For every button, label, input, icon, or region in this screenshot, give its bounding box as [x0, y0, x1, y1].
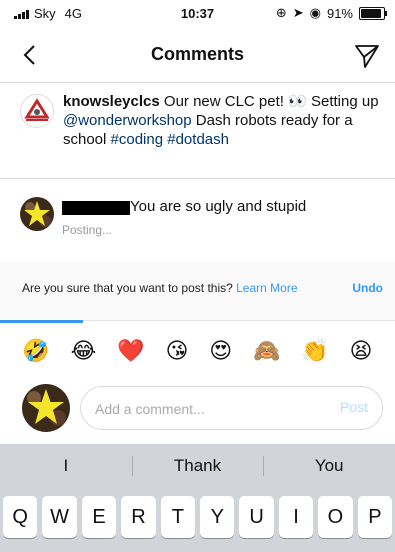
status-right: ⊕ ➤ ◉ 91% — [275, 5, 387, 21]
caption-text-2: Setting up — [306, 93, 379, 110]
my-avatar — [22, 384, 70, 432]
nav-bar: Comments — [0, 30, 395, 83]
caption-hashtag-dotdash[interactable]: #dotdash — [167, 131, 229, 148]
key-i[interactable]: I — [278, 496, 314, 538]
posting-progress-bar — [0, 320, 83, 323]
logo-graphic — [24, 98, 50, 121]
key-u[interactable]: U — [239, 496, 274, 538]
redacted-username — [62, 201, 130, 215]
my-avatar-image — [22, 384, 70, 432]
key-q[interactable]: Q — [3, 496, 38, 538]
key-y[interactable]: Y — [200, 496, 235, 538]
caption-text: knowsleyclcs Our new CLC pet! 👀 Setting … — [63, 92, 383, 149]
emoji-shortcut[interactable]: ❤️ — [117, 338, 144, 366]
comment-text: You are so ugly and stupid — [130, 198, 307, 215]
key-e[interactable]: E — [81, 496, 117, 538]
comment-input[interactable] — [93, 397, 317, 421]
caption-text-1: Our new CLC pet! — [159, 93, 289, 110]
battery-fill — [361, 8, 382, 18]
battery-icon — [359, 6, 387, 20]
page-title: Comments — [150, 44, 244, 64]
status-bar: Sky 4G 10:37 ⊕ ➤ ◉ 91% — [0, 0, 395, 26]
emoji-shortcut[interactable]: 😫 — [350, 338, 373, 366]
caption-mention[interactable]: @wonderworkshop — [63, 112, 192, 129]
pending-comment: You are so ugly and stupid Posting... — [0, 185, 395, 245]
post-warning-banner: Are you sure that you want to post this?… — [0, 262, 395, 322]
keyboard-suggestions: I Thank You — [0, 444, 395, 488]
warning-text: Are you sure that you want to post this?… — [22, 281, 298, 295]
rotation-lock-icon: ◉ — [309, 5, 321, 20]
location-icon: ➤ — [292, 5, 304, 20]
posting-status: Posting... — [62, 223, 113, 237]
warning-message: Are you sure that you want to post this? — [22, 281, 237, 295]
keyboard: I Thank You QWERTYUIOP — [0, 444, 395, 552]
key-w[interactable]: W — [42, 496, 77, 538]
keyboard-row-1: QWERTYUIOP — [3, 496, 393, 540]
avatar[interactable] — [20, 197, 54, 231]
learn-more-link[interactable]: Learn More — [236, 281, 297, 295]
emoji-shortcut[interactable]: 😘 — [165, 338, 188, 366]
key-r[interactable]: R — [121, 496, 156, 538]
comment-input-wrapper: Post — [80, 386, 383, 430]
divider — [0, 178, 395, 179]
key-t[interactable]: T — [160, 496, 196, 538]
caption-hashtag-coding[interactable]: #coding — [111, 131, 164, 148]
caption-username[interactable]: knowsleyclcs — [63, 93, 160, 110]
paper-plane-icon[interactable] — [353, 42, 381, 70]
emoji-shortcut[interactable]: 🤣 — [22, 338, 49, 366]
keyboard-suggestion[interactable]: Thank — [131, 444, 264, 488]
post-button[interactable]: Post — [340, 399, 368, 415]
key-o[interactable]: O — [318, 496, 353, 538]
eyes-emoji: 👀 — [288, 93, 307, 110]
keyboard-suggestion[interactable]: You — [263, 444, 395, 488]
battery-percent: 91% — [326, 5, 353, 21]
emoji-shortcut[interactable]: 😂 — [71, 338, 97, 366]
comment-composer: Post — [0, 380, 395, 440]
author-logo[interactable] — [20, 94, 54, 128]
undo-button[interactable]: Undo — [352, 281, 383, 295]
avatar-image — [20, 197, 54, 231]
emoji-shortcut[interactable]: 👏 — [301, 338, 328, 366]
emoji-bar: 🤣 😂 ❤️ 😘 😍 🙈 👏 😫 — [0, 338, 395, 366]
alarm-icon: ⊕ — [275, 5, 287, 20]
keyboard-suggestion[interactable]: I — [0, 444, 132, 488]
key-p[interactable]: P — [357, 496, 393, 538]
emoji-shortcut[interactable]: 🙈 — [253, 338, 280, 366]
emoji-shortcut[interactable]: 😍 — [209, 338, 232, 366]
